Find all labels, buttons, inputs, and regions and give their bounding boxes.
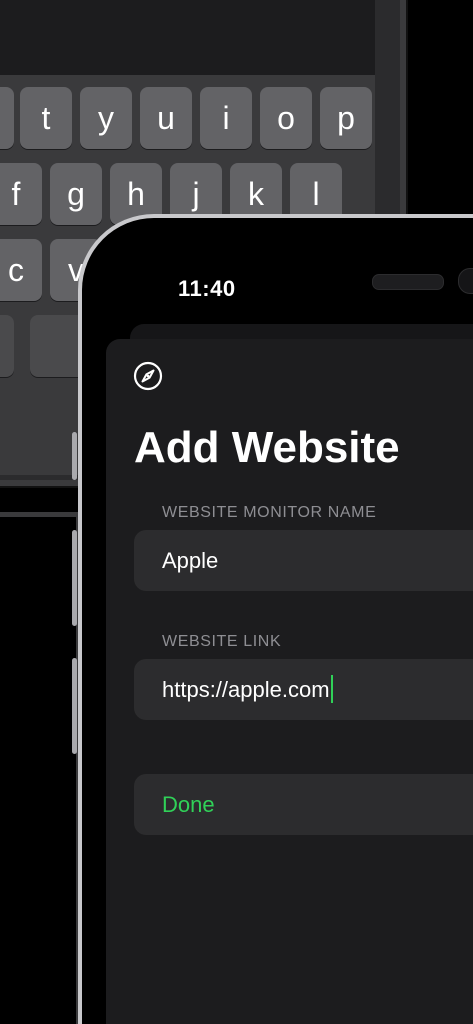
status-bar-time: 11:40 (178, 276, 236, 301)
front-phone: 11:40 Add Website WEBSITE MONITOR NAME A… (78, 214, 473, 1024)
website-link-value: https://apple.com (162, 677, 330, 702)
text-cursor (330, 675, 333, 704)
front-phone-bezel: 11:40 Add Website WEBSITE MONITOR NAME A… (82, 218, 473, 1024)
keyboard-key[interactable]: f (0, 163, 42, 225)
keyboard-key[interactable]: t (20, 87, 72, 149)
keyboard-key-r[interactable] (0, 87, 14, 149)
keyboard-key[interactable]: p (320, 87, 372, 149)
done-button[interactable]: Done (134, 774, 473, 835)
keyboard-key[interactable]: i (200, 87, 252, 149)
earpiece-speaker (372, 274, 444, 290)
website-link-label: WEBSITE LINK (162, 633, 282, 650)
phone-volume-down-button (72, 658, 77, 754)
website-monitor-name-value: Apple (162, 548, 219, 573)
done-button-label: Done (162, 792, 215, 817)
website-monitor-name-label: WEBSITE MONITOR NAME (162, 504, 377, 521)
phone-volume-up-button (72, 530, 77, 626)
front-camera (458, 268, 473, 294)
keyboard-key[interactable]: o (260, 87, 312, 149)
background-phone-lower (0, 512, 81, 1024)
keyboard-key[interactable]: g (50, 163, 102, 225)
compass-icon (133, 361, 163, 391)
keyboard-key[interactable]: u (140, 87, 192, 149)
front-phone-screen: 11:40 Add Website WEBSITE MONITOR NAME A… (100, 232, 473, 1024)
keyboard-key-numbers[interactable] (0, 315, 14, 377)
add-website-sheet: Add Website WEBSITE MONITOR NAME Apple W… (106, 339, 473, 1024)
keyboard-key[interactable]: y (80, 87, 132, 149)
phone-mute-switch (72, 432, 77, 480)
keyboard-key[interactable]: c (0, 239, 42, 301)
page-title: Add Website (134, 423, 400, 472)
website-monitor-name-field[interactable]: Apple (134, 530, 473, 591)
app-preview-canvas: t y u i o p f g h j k l c v 11:40 Add We… (0, 0, 473, 1024)
website-link-field[interactable]: https://apple.com (134, 659, 473, 720)
background-phone-top-area (0, 0, 375, 75)
